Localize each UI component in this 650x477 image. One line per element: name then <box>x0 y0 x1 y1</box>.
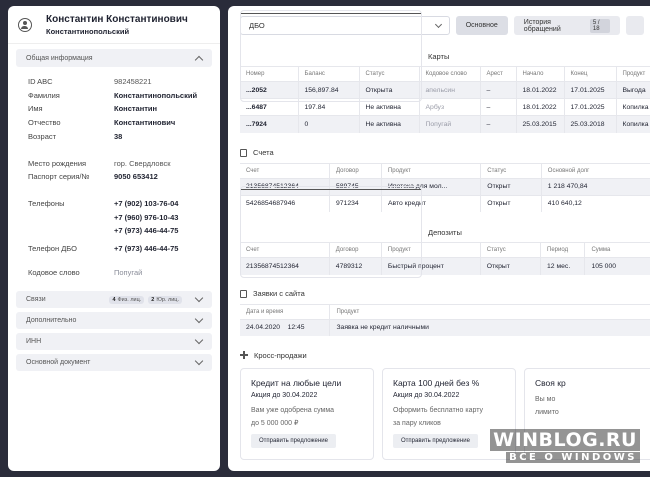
tab-history[interactable]: История обращений 5 / 18 <box>513 16 620 35</box>
field-row: Место рождения гор. Свердловск <box>28 158 171 168</box>
phone-value: +7 (902) 103-76-04 <box>114 198 179 208</box>
plus-icon <box>240 351 248 359</box>
client-fields: ID ABC 982458221 Фамилия Константинопольск… <box>8 67 220 279</box>
user-icon <box>18 17 32 32</box>
history-count-badge: 5 / 18 <box>589 18 610 33</box>
card-icon <box>240 10 422 102</box>
section-extra[interactable]: Дополнительно <box>16 312 212 330</box>
watermark: WINBLOG.RU ВСЁ О WINDOWS <box>490 429 640 463</box>
main-panel: ДБО Основное История обращений 5 / 18 Ка… <box>228 6 650 471</box>
document-icon <box>240 148 247 157</box>
requests-table: Дата и время Продукт 24.04.2020 12:45 Заяв… <box>240 303 650 336</box>
field-row: Фамилия Константинопольский <box>28 90 198 100</box>
section-general[interactable]: Общая информация <box>16 49 212 67</box>
section-inn[interactable]: ИНН <box>16 333 212 351</box>
block-title-cards: Карты <box>228 10 650 102</box>
chevron-down-icon <box>194 357 204 366</box>
document-icon <box>240 289 247 298</box>
table-row[interactable]: ...7924 0 Не активна Попугай –25.03.2015 25.0… <box>240 115 650 133</box>
tag-legal-entities: 2 Юр. лиц. <box>148 295 182 304</box>
section-links[interactable]: Связи 4 Физ. лиц. 2 Юр. лиц. <box>16 291 212 309</box>
block-title-cross-sales: Кросс-продажи <box>228 348 650 362</box>
client-surname: Константинопольский <box>46 26 130 36</box>
table-row[interactable]: 24.04.2020 12:45 Заявка не кредит наличны… <box>240 318 650 336</box>
client-header: Константин Константинович Константинопол… <box>8 6 220 44</box>
field-row: Телефон ДБО +7 (973) 446-44-75 <box>28 244 179 254</box>
field-row: ID ABC 982458221 <box>28 77 152 86</box>
block-title-deposits: Депозиты <box>228 186 650 278</box>
phone-value: +7 (960) 976-10-43 <box>114 212 179 222</box>
section-main-doc[interactable]: Основной документ <box>16 354 212 372</box>
phones-row: Телефоны +7 (902) 103-76-04 +7 (960) 976… <box>28 197 200 238</box>
deposit-icon <box>240 186 422 278</box>
tag-individuals: 4 Физ. лиц. <box>109 295 145 304</box>
chevron-down-icon <box>194 336 204 345</box>
chevron-down-icon <box>434 20 442 28</box>
field-row: Отчество Константинович <box>28 118 176 128</box>
chevron-down-icon <box>194 315 204 324</box>
client-name: Константин Константинович <box>46 13 188 25</box>
field-row: Возраст 38 <box>28 131 123 141</box>
chevron-up-icon <box>194 55 204 64</box>
client-panel: Константин Константинович Константинопол… <box>8 6 220 471</box>
block-title-accounts: Счета <box>228 146 650 160</box>
send-offer-button[interactable]: Отправить предложение <box>251 434 336 448</box>
tab-more[interactable] <box>625 16 645 35</box>
block-title-requests: Заявки с сайта <box>228 287 650 301</box>
field-row: Имя Константин <box>28 104 158 114</box>
send-offer-button[interactable]: Отправить предложение <box>393 434 478 448</box>
field-row: Кодовое слово Попугай <box>28 267 143 277</box>
phone-value: +7 (973) 446-44-75 <box>114 226 179 236</box>
chevron-down-icon <box>194 294 204 303</box>
tab-main[interactable]: Основное <box>455 16 508 35</box>
field-row: Паспорт серия/№ 9050 653412 <box>28 172 158 182</box>
offer-card: Кредит на любые цели Акция до 30.04.2022… <box>240 368 374 460</box>
